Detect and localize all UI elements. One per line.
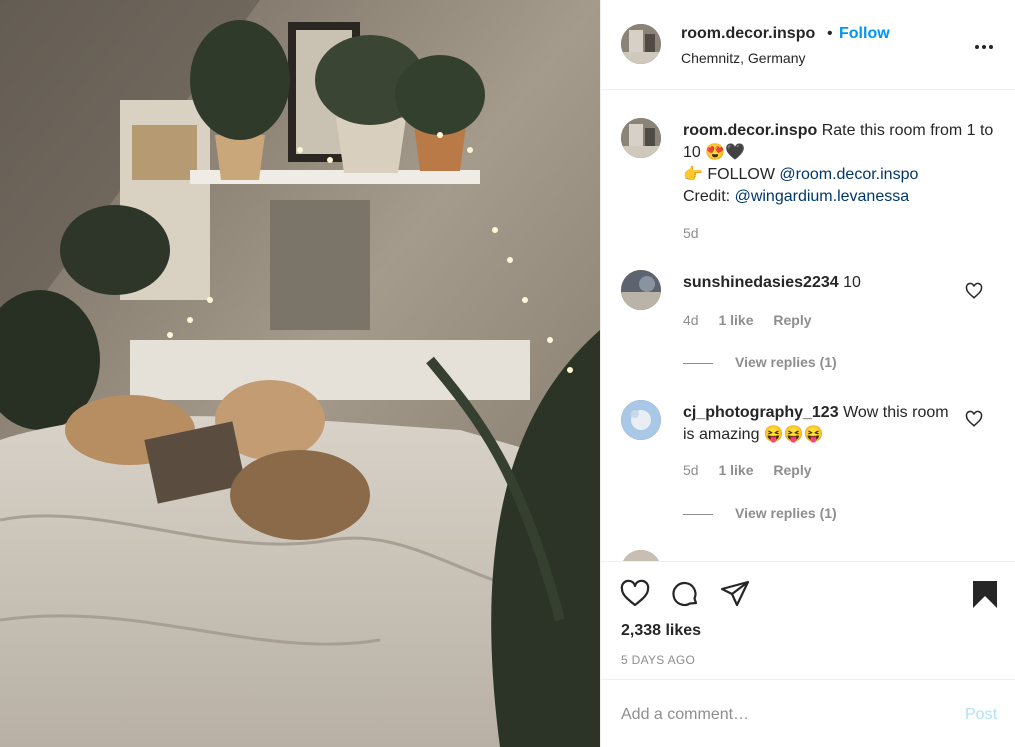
comment-likes[interactable]: 1 like <box>718 312 753 328</box>
caption-text: room.decor.inspo Rate this room from 1 t… <box>683 120 998 208</box>
comment-body: 10 <box>843 274 861 291</box>
view-replies-button[interactable]: View replies (1) <box>683 354 837 370</box>
comment-icon[interactable] <box>669 578 701 610</box>
caption-follow-text: 👉 FOLLOW <box>683 166 775 183</box>
comment-username[interactable]: sunshinedasies2234 <box>683 274 839 291</box>
comment-time: 5d <box>683 462 699 478</box>
comment-meta: 5d 1 like Reply <box>683 462 812 478</box>
reply-button[interactable]: Reply <box>773 462 811 478</box>
view-replies-line <box>683 362 713 364</box>
share-icon[interactable] <box>719 578 751 610</box>
post-location[interactable]: Chemnitz, Germany <box>681 50 805 66</box>
comment-text: sunshinedasies2234 10 <box>683 272 963 294</box>
author-username[interactable]: room.decor.inspo <box>681 25 815 43</box>
separator-dot: • <box>827 25 833 42</box>
follow-button[interactable]: Follow <box>839 25 890 43</box>
more-options-icon[interactable] <box>975 36 999 52</box>
view-replies-label: View replies (1) <box>735 505 837 521</box>
reply-button[interactable]: Reply <box>773 312 811 328</box>
post-header: room.decor.inspo • Follow Chemnitz, Germ… <box>601 0 1015 90</box>
comment-username[interactable]: cj_photography_123 <box>683 404 839 421</box>
view-replies-line <box>683 513 713 515</box>
commenter-avatar[interactable] <box>621 550 661 561</box>
post-side-panel: room.decor.inspo • Follow Chemnitz, Germ… <box>600 0 1015 747</box>
comment-text: cj_photography_123 Wow this room is amaz… <box>683 402 963 446</box>
view-replies-label: View replies (1) <box>735 354 837 370</box>
caption-username[interactable]: room.decor.inspo <box>683 122 817 139</box>
caption-credit-mention-link[interactable]: @wingardium.levanessa <box>735 188 910 205</box>
add-comment-input[interactable] <box>619 700 943 730</box>
likes-count[interactable]: 2,338 likes <box>621 622 701 640</box>
comment-meta: 4d 1 like Reply <box>683 312 812 328</box>
caption-mention-link[interactable]: @room.decor.inspo <box>779 166 918 183</box>
add-comment-section: Post <box>601 680 1015 747</box>
post-photo[interactable] <box>0 0 600 747</box>
view-replies-button[interactable]: View replies (1) <box>683 505 837 521</box>
comments-list[interactable]: room.decor.inspo Rate this room from 1 t… <box>601 90 1015 562</box>
caption-credit-label: Credit: <box>683 188 731 205</box>
bedroom-photo-image <box>0 0 600 747</box>
caption-avatar[interactable] <box>621 118 661 158</box>
heart-icon[interactable] <box>619 578 651 610</box>
commenter-avatar[interactable] <box>621 270 661 310</box>
like-comment-heart-icon[interactable] <box>965 282 983 300</box>
save-bookmark-icon[interactable] <box>969 578 1001 610</box>
caption-time: 5d <box>683 225 699 241</box>
post-comment-button[interactable]: Post <box>965 706 997 724</box>
post-timestamp[interactable]: 5 DAYS AGO <box>621 653 695 667</box>
comment-time: 4d <box>683 312 699 328</box>
post-actions: 2,338 likes 5 DAYS AGO <box>601 562 1015 680</box>
comment-likes[interactable]: 1 like <box>718 462 753 478</box>
commenter-avatar[interactable] <box>621 400 661 440</box>
author-avatar[interactable] <box>621 24 661 64</box>
like-comment-heart-icon[interactable] <box>965 410 983 428</box>
